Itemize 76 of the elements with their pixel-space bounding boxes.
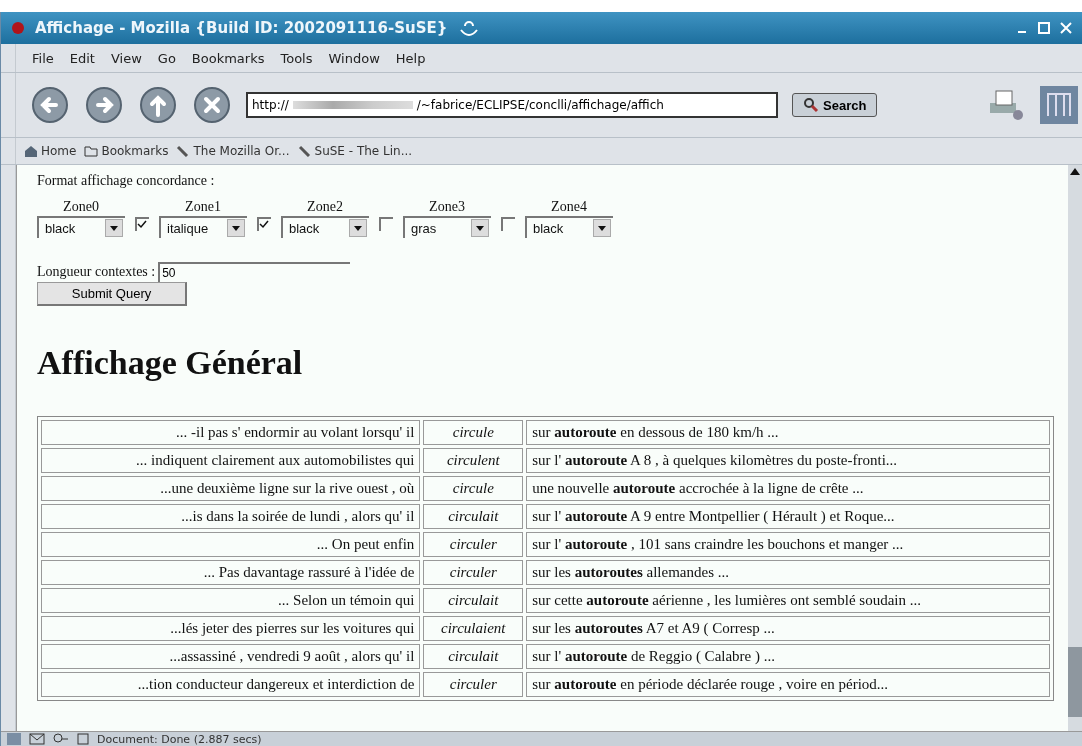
right-context-cell: sur l' autoroute , 101 sans craindre les bouchons et manger ... [526,532,1050,557]
zone-label: Zone2 [307,199,343,215]
zone-label: Zone0 [63,199,99,215]
submit-button[interactable]: Submit Query [37,282,187,306]
mail-icon[interactable] [29,733,45,745]
menu-item[interactable]: Edit [69,50,95,66]
checkbox[interactable] [135,217,149,231]
right-context-cell: sur les autoroutes A7 et A9 ( Corresp ... [526,616,1050,641]
verb-cell: circule [423,476,524,501]
reload-icon[interactable] [138,85,178,125]
style-select[interactable]: gras [403,216,491,238]
home-icon [24,145,38,157]
style-select[interactable]: black [281,216,369,238]
verb-cell: circulait [423,644,524,669]
page-heading: Affichage Général [37,344,304,382]
zone-label: Zone4 [551,199,587,215]
left-context-cell: ... Pas davantage rassuré à l'idée de [41,560,421,585]
left-context-cell: ... -il pas s' endormir au volant lorsqu' il [41,420,421,445]
checkbox[interactable] [257,217,271,231]
right-context-cell: sur l' autoroute A 8 , à quelques kilomètres du poste-fronti... [526,448,1050,473]
left-context-cell: ... Selon un témoin qui [41,588,421,613]
left-context-cell: ...tion conducteur dangereux et interdiction de [41,672,421,697]
form-title: Format affichage concordance : [37,173,216,189]
right-context-cell: sur les autoroutes allemandes ... [526,560,1050,585]
style-select[interactable]: black [525,216,613,238]
left-context-cell: ...assassiné , vendredi 9 août , alors qu' il [41,644,421,669]
left-context-cell: ... On peut enfin [41,532,421,557]
right-context-cell: sur cette autoroute aérienne , les lumières ont semblé soudain ... [526,588,1050,613]
search-icon [803,97,819,113]
verb-cell: circulait [423,588,524,613]
zone-label: Zone1 [185,199,221,215]
bookmark-item[interactable]: Bookmarks [84,144,169,158]
menu-item[interactable]: Tools [280,50,313,66]
back-icon[interactable] [30,85,70,125]
length-label: Longueur contextes : [37,264,156,280]
right-context-cell: sur l' autoroute de Reggio ( Calabre ) ... [526,644,1050,669]
verb-cell: circulaient [423,616,524,641]
right-context-cell: sur autoroute en période déclarée rouge , voire en périod... [526,672,1050,697]
url-field[interactable]: http:// /~fabrice/ECLIPSE/conclli/affichage/affich [246,92,778,118]
maximize-icon[interactable] [1038,22,1050,34]
right-context-cell: sur autoroute en dessous de 180 km/h ... [526,420,1050,445]
scroll-thumb[interactable] [1068,647,1082,717]
bookmark-item[interactable]: Home [24,144,77,158]
forward-icon[interactable] [84,85,124,125]
verb-cell: circuler [423,672,524,697]
left-context-cell: ... indiquent clairement aux automobilistes qui [41,448,421,473]
verb-cell: circule [423,420,524,445]
left-context-cell: ...lés jeter des pierres sur les voitures qui [41,616,421,641]
bookmark-item[interactable]: SuSE - The Lin... [297,144,413,158]
verb-cell: circulait [423,504,524,529]
left-context-cell: ...une deuxième ligne sur la rive ouest , où [41,476,421,501]
window-title: Affichage - Mozilla {Build ID: 2002091116-SuSE} [35,19,448,37]
verb-cell: circuler [423,560,524,585]
menu-item[interactable]: Bookmarks [191,50,265,66]
right-context-cell: sur l' autoroute A 9 entre Montpellier ( Hérault ) et Roque... [526,504,1050,529]
stop-icon[interactable] [192,85,232,125]
style-select[interactable]: italique [159,216,247,238]
scrollbar[interactable] [1068,165,1082,731]
menu-item[interactable]: Go [157,50,176,66]
menu-item[interactable]: View [110,50,142,66]
bookmark-item[interactable]: The Mozilla Or... [176,144,290,158]
folder-icon [84,145,99,157]
left-context-cell: ...is dans la soirée de lundi , alors qu' il [41,504,421,529]
search-button[interactable]: Search [792,93,878,117]
style-select[interactable]: black [37,216,125,238]
status-text: Document: Done (2.887 secs) [97,732,262,746]
menu-item[interactable]: File [32,50,54,66]
right-context-cell: une nouvelle autoroute accrochée à la ligne de crête ... [526,476,1050,501]
close-icon[interactable] [1060,22,1072,34]
menu-item[interactable]: Window [328,50,380,66]
menu-item[interactable]: Help [395,50,426,66]
checkbox[interactable] [501,217,515,231]
verb-cell: circuler [423,532,524,557]
zone-label: Zone3 [429,199,465,215]
verb-cell: circulent [423,448,524,473]
checkbox[interactable] [379,217,393,231]
